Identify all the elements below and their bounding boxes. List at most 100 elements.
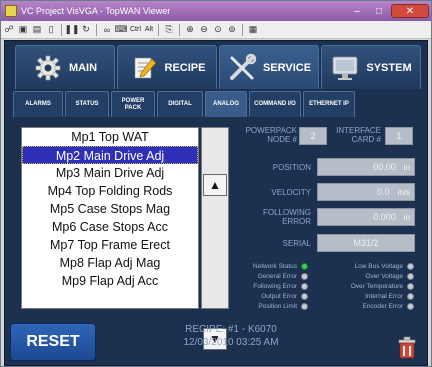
encoder-error-led — [407, 303, 414, 310]
keyboard-icon[interactable]: ⌨ — [115, 24, 128, 36]
tab-service[interactable]: SERVICE — [219, 45, 319, 89]
general-error-label: General Error — [257, 273, 297, 280]
scroll-up-button[interactable]: ▲ — [203, 174, 227, 196]
list-item[interactable]: Mp6 Case Stops Acc — [22, 218, 198, 236]
position-limit-led — [301, 303, 308, 310]
connect-icon[interactable]: ☍ — [3, 24, 15, 36]
reset-button[interactable]: RESET — [10, 323, 96, 361]
list-item[interactable]: Mp1 Top WAT — [22, 128, 198, 146]
zoom-out-icon[interactable]: ⊖ — [198, 24, 210, 36]
following-error-status-label: Following Error — [253, 283, 297, 290]
position-value: 00.00 — [373, 162, 396, 172]
output-error-label: Output Error — [261, 293, 297, 300]
maximize-button[interactable]: □ — [369, 4, 389, 18]
tab-digital[interactable]: DIGITAL — [157, 91, 203, 117]
open-icon[interactable]: ▤ — [31, 24, 43, 36]
trash-icon[interactable] — [396, 335, 418, 359]
recipe-line: RECIPE: #1 - K6070 — [185, 324, 277, 335]
toolbar-separator — [158, 23, 160, 36]
list-item[interactable]: Mp9 Flap Adj Acc — [22, 272, 198, 290]
zoom-actual-icon[interactable]: ⊚ — [226, 24, 238, 36]
tab-power-pack[interactable]: POWER PACK — [111, 91, 155, 117]
datetime-line: 12/03/2010 03:25 AM — [183, 337, 279, 348]
internal-error-label: Internal Error — [365, 293, 403, 300]
following-error-unit: in — [403, 212, 410, 222]
low-bus-voltage-led — [407, 263, 414, 270]
list-item[interactable]: Mp3 Main Drive Adj — [22, 164, 198, 182]
position-limit-label: Position Limit — [258, 303, 297, 310]
motor-listbox[interactable]: Mp1 Top WAT Mp2 Main Drive Adj Mp3 Main … — [21, 127, 199, 309]
tab-main[interactable]: MAIN — [15, 45, 115, 89]
list-item[interactable]: Mp4 Top Folding Rods — [22, 182, 198, 200]
over-voltage-label: Over Voltage — [365, 273, 403, 280]
low-bus-voltage-label: Low Bus Voltage — [354, 263, 403, 270]
network-status-label: Network Status — [252, 263, 297, 270]
list-item-selected[interactable]: Mp2 Main Drive Adj — [22, 146, 198, 164]
encoder-error-label: Encoder Error — [362, 303, 403, 310]
clipboard-icon[interactable]: ⎘ — [163, 24, 175, 36]
powerpack-node-value: 2 — [299, 127, 327, 145]
window-title: VC Project VisVGA - TopWAN Viewer — [21, 6, 171, 16]
tab-recipe[interactable]: RECIPE — [117, 45, 217, 89]
position-unit: in — [403, 162, 410, 172]
minimize-button[interactable]: – — [347, 4, 367, 18]
alt-key-button[interactable]: Alt — [144, 26, 154, 33]
velocity-field: 0.0 in/s — [317, 183, 415, 201]
zoom-in-icon[interactable]: ⊕ — [184, 24, 196, 36]
tab-system-label: SYSTEM — [366, 61, 412, 74]
tools-icon — [227, 53, 257, 83]
tab-ethernet-ip[interactable]: ETHERNET IP — [303, 91, 355, 117]
tab-recipe-label: RECIPE — [164, 61, 206, 74]
position-field: 00.00 in — [317, 158, 415, 176]
close-button[interactable]: ✕ — [391, 4, 429, 18]
over-temperature-led — [407, 283, 414, 290]
toolbar-separator — [96, 23, 97, 36]
list-item[interactable]: Mp5 Case Stops Mag — [22, 200, 198, 218]
network-status-led — [301, 263, 308, 270]
hmi-panel: MAIN RECIPE SERVICE SYSTEM ALARMS STATUS… — [4, 40, 428, 366]
save-icon[interactable]: ▣ — [17, 24, 29, 36]
viewer-toolbar: ☍ ▣ ▤ ▯ ❚❚ ↻ ∞ ⌨ Ctrl Alt ⎘ ⊕ ⊖ ⊙ ⊚ ▦ — [1, 21, 431, 39]
gear-icon — [33, 53, 63, 83]
internal-error-led — [407, 293, 414, 300]
ctrl-key-button[interactable]: Ctrl — [129, 26, 142, 33]
link-icon[interactable]: ∞ — [101, 24, 113, 36]
following-error-field: 0.000 in — [317, 208, 415, 226]
list-item[interactable]: Mp8 Flap Adj Mag — [22, 254, 198, 272]
tab-command-io[interactable]: COMMAND I/O — [249, 91, 301, 117]
tab-status[interactable]: STATUS — [65, 91, 109, 117]
tab-system[interactable]: SYSTEM — [321, 45, 421, 89]
tab-service-label: SERVICE — [262, 61, 312, 74]
velocity-label: VELOCITY — [271, 188, 311, 197]
title-bar: VC Project VisVGA - TopWAN Viewer – □ ✕ — [1, 1, 431, 21]
following-error-label: FOLLOWING ERROR — [262, 208, 311, 226]
tab-alarms[interactable]: ALARMS — [13, 91, 63, 117]
toolbar-separator — [242, 23, 244, 36]
file-icon[interactable]: ▯ — [45, 24, 57, 36]
app-icon — [5, 5, 17, 17]
zoom-fit-icon[interactable]: ⊙ — [212, 24, 224, 36]
tab-main-label: MAIN — [68, 61, 98, 74]
interface-card-label: INTERFACE CARD # — [336, 126, 381, 144]
refresh-icon[interactable]: ↻ — [80, 24, 92, 36]
following-error-led — [301, 283, 308, 290]
velocity-unit: in/s — [397, 187, 410, 197]
fullscreen-icon[interactable]: ▦ — [247, 24, 259, 36]
pause-icon[interactable]: ❚❚ — [64, 24, 79, 36]
list-item[interactable]: Mp7 Top Frame Erect — [22, 236, 198, 254]
recipe-info: RECIPE: #1 - K6070 12/03/2010 03:25 AM — [151, 323, 311, 357]
following-error-value: 0.000 — [373, 212, 396, 222]
toolbar-separator — [61, 23, 62, 36]
triangle-up-icon: ▲ — [209, 178, 221, 192]
monitor-icon — [330, 53, 360, 83]
toolbar-separator — [179, 23, 181, 36]
powerpack-node-label: POWERPACK NODE # — [245, 126, 297, 144]
tab-analog[interactable]: ANALOG — [205, 91, 247, 117]
velocity-value: 0.0 — [377, 187, 390, 197]
interface-card-value: 1 — [385, 127, 413, 145]
general-error-led — [301, 273, 308, 280]
serial-label: SERIAL — [282, 239, 311, 248]
output-error-led — [301, 293, 308, 300]
list-scrollbar[interactable]: ▲ ▼ — [201, 127, 229, 350]
over-voltage-led — [407, 273, 414, 280]
